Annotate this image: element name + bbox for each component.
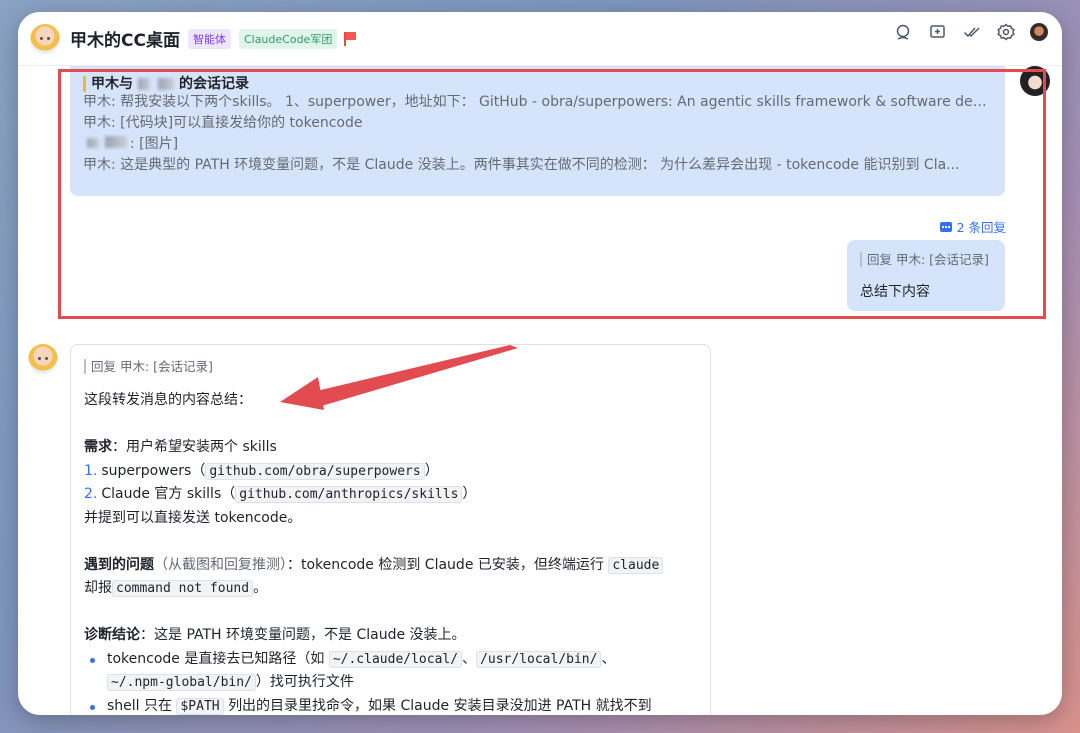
chat-title[interactable]: 甲木的CC桌面 <box>70 26 180 51</box>
record-line: 甲木: [代码块]可以直接发给你的 tokencode <box>83 115 363 131</box>
list-item: 1. superpowers（ github.com/obra/superpower… <box>84 460 697 484</box>
reply-quote[interactable]: 回复 甲木: [会话记录] <box>84 359 697 374</box>
comment-icon <box>939 221 952 232</box>
bullet-item: tokencode 是直接去已知路径（如 ~/.claude/local/、/u… <box>84 648 697 695</box>
diagnosis-paragraph: 诊断结论：这是 PATH 环境变量问题，不是 Claude 没装上。 <box>84 624 697 648</box>
issue-text: 。 <box>253 580 268 596</box>
forwarded-title-prefix: 甲木与 <box>91 76 133 92</box>
inline-code: $PATH <box>176 697 224 715</box>
list-text: Claude 官方 skills（ <box>101 486 236 502</box>
forwarded-title-suffix: 的会话记录 <box>179 76 249 92</box>
bullet-text: ）找可执行文件 <box>255 674 354 690</box>
issue-paragraph: 遇到的问题（从截图和回复推测）：tokencode 检测到 Claude 已安装… <box>84 554 697 578</box>
list-number: 1. <box>84 462 98 479</box>
inline-code: github.com/obra/superpowers <box>205 462 425 480</box>
redacted-name <box>138 78 150 90</box>
need-text: ：用户希望安装两个 skills <box>112 439 277 455</box>
list-text: superpowers（ <box>101 462 206 479</box>
flag-icon[interactable] <box>344 31 357 46</box>
need-paragraph: 需求：用户希望安装两个 skills <box>84 436 697 460</box>
issue-paragraph-cont: 却报 command not found。 <box>84 577 697 601</box>
forwarded-record-bubble[interactable]: 甲木与 的会话记录 甲木: 帮我安装以下两个skills。 1、superpow… <box>70 66 1005 196</box>
group-avatar[interactable] <box>30 23 60 54</box>
separator: 、 <box>462 650 477 667</box>
app-window: 甲木的CC桌面 智能体 ClaudeCode军团 甲木与 的会话记录 甲木: 帮… <box>18 12 1062 715</box>
inline-code: ~/.npm-global/bin/ <box>107 674 256 691</box>
search-icon[interactable] <box>894 22 914 42</box>
redacted-sender <box>87 138 99 148</box>
record-line-text: : [图片] <box>130 136 179 152</box>
gear-icon[interactable] <box>996 22 1016 42</box>
header-actions <box>894 22 1048 42</box>
reply-quote[interactable]: 回复 甲木: [会话记录] <box>860 252 992 267</box>
issue-paren: （从截图和回复推测） <box>154 556 287 573</box>
record-line: 甲木: 这是典型的 PATH 环境变量问题，不是 Claude 没装上。两件事其… <box>83 157 960 173</box>
list-text: ） <box>424 462 439 479</box>
bot-reply-card[interactable]: 回复 甲木: [会话记录] 这段转发消息的内容总结： 需求：用户希望安装两个 s… <box>70 344 711 715</box>
need-label: 需求 <box>84 439 112 455</box>
reply-count-label: 2 条回复 <box>956 220 1006 235</box>
forwarded-record-title: 甲木与 的会话记录 <box>83 76 991 92</box>
sender-avatar[interactable] <box>1020 66 1050 96</box>
diagnosis-label: 诊断结论 <box>84 627 140 643</box>
issue-text: ：tokencode 检测到 Claude 已安装，但终端运行 <box>287 556 604 573</box>
add-window-icon[interactable] <box>928 22 948 42</box>
issue-label: 遇到的问题 <box>84 556 154 573</box>
message-text: 总结下内容 <box>860 284 930 300</box>
my-message-bubble[interactable]: 回复 甲木: [会话记录] 总结下内容 <box>847 240 1005 311</box>
redacted-name <box>158 78 174 90</box>
bullet-text: 列出的目录里找命令，如果 Claude 安装目录没加进 PATH 就找不到 <box>228 697 652 714</box>
list-number: 2. <box>84 486 98 502</box>
user-avatar[interactable] <box>1030 23 1048 41</box>
bullet-text: tokencode 是直接去已知路径（如 <box>107 650 325 667</box>
inline-code: github.com/anthropics/skills <box>235 486 463 503</box>
bullet-text: shell 只在 <box>107 697 173 714</box>
inline-code: /usr/local/bin/ <box>476 650 602 668</box>
tag-group: ClaudeCode军团 <box>238 28 338 49</box>
inline-code: claude <box>608 556 664 574</box>
chat-header: 甲木的CC桌面 智能体 ClaudeCode军团 <box>18 12 1062 66</box>
diagnosis-text: ：这是 PATH 环境变量问题，不是 Claude 没装上。 <box>140 627 466 643</box>
separator: 、 <box>601 650 616 667</box>
summary-intro: 这段转发消息的内容总结： <box>84 392 252 408</box>
inline-code: ~/.claude/local/ <box>328 650 463 668</box>
record-line: 甲木: 帮我安装以下两个skills。 1、superpower，地址如下： G… <box>83 94 991 110</box>
record-line: : [图片] <box>83 134 991 155</box>
list-item: 2. Claude 官方 skills（ github.com/anthropics… <box>84 483 697 507</box>
bullet-item: shell 只在 $PATH 列出的目录里找命令，如果 Claude 安装目录没… <box>84 695 697 716</box>
list-text: ） <box>462 486 477 502</box>
also-text: 并提到可以直接发送 tokencode。 <box>84 509 302 526</box>
check-icon[interactable] <box>962 22 982 42</box>
message-list[interactable]: 甲木与 的会话记录 甲木: 帮我安装以下两个skills。 1、superpow… <box>18 66 1062 715</box>
reply-count-link[interactable]: 2 条回复 <box>939 217 1006 236</box>
inline-code: command not found <box>112 580 254 597</box>
bot-avatar[interactable] <box>28 344 58 374</box>
tag-agent: 智能体 <box>187 28 231 49</box>
issue-text: 却报 <box>84 580 112 596</box>
redacted-sender <box>105 136 127 148</box>
